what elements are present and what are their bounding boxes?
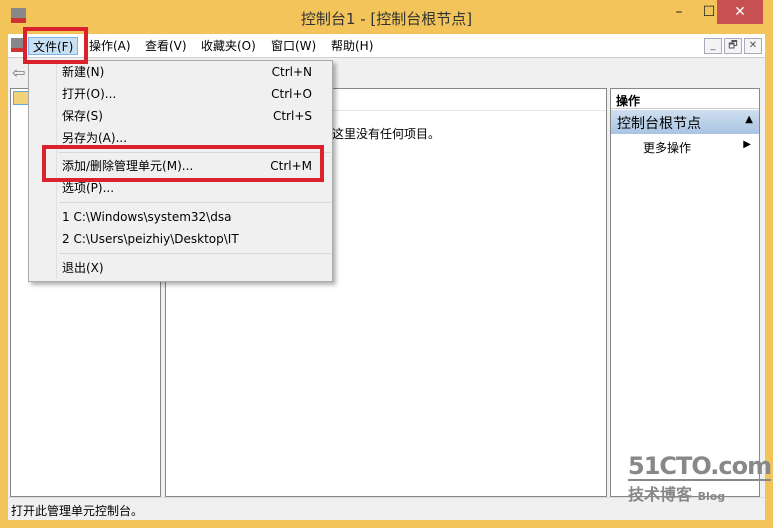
close-button[interactable]: ✕	[717, 0, 763, 24]
item-shortcut: Ctrl+S	[272, 109, 312, 123]
item-label: 1 C:\Windows\system32\dsa	[62, 210, 232, 224]
status-text: 打开此管理单元控制台。	[11, 504, 144, 518]
highlight-box-file-menu	[23, 27, 88, 64]
menu-separator	[59, 202, 331, 203]
minimize-button[interactable]: –	[664, 0, 694, 24]
item-label: 退出(X)	[62, 261, 104, 275]
item-label: 2 C:\Users\peizhiy\Desktop\IT	[62, 232, 239, 246]
menu-item-recent-2[interactable]: 2 C:\Users\peizhiy\Desktop\IT	[29, 228, 332, 250]
menu-window[interactable]: 窗口(W)	[267, 37, 320, 55]
window-title: 控制台1 - [控制台根节点]	[300, 10, 473, 28]
item-shortcut: Ctrl+N	[271, 65, 312, 79]
menu-view[interactable]: 查看(V)	[141, 37, 191, 55]
mdi-close-button[interactable]: ✕	[744, 38, 762, 54]
mdi-minimize-button[interactable]: _	[704, 38, 722, 54]
menu-bar: 文件(F) 操作(A) 查看(V) 收藏夹(O) 窗口(W) 帮助(H) _ 🗗…	[8, 34, 765, 58]
more-actions-label: 更多操作	[643, 141, 692, 155]
more-actions[interactable]: 更多操作 ▶	[611, 136, 759, 156]
item-label: 选项(P)...	[62, 181, 115, 195]
actions-section-root[interactable]: 控制台根节点 ▲	[611, 110, 759, 134]
actions-pane: 操作 控制台根节点 ▲ 更多操作 ▶	[610, 88, 760, 497]
item-label: 新建(N)	[62, 65, 105, 79]
back-arrow-icon[interactable]: ⇦	[12, 63, 25, 82]
menu-item-exit[interactable]: 退出(X)	[29, 257, 332, 279]
menu-item-save[interactable]: 保存(S) Ctrl+S	[29, 105, 332, 127]
menu-action[interactable]: 操作(A)	[85, 37, 135, 55]
menu-separator	[59, 253, 331, 254]
item-label: 另存为(A)...	[62, 131, 128, 145]
item-label: 打开(O)...	[62, 87, 117, 101]
menu-item-recent-1[interactable]: 1 C:\Windows\system32\dsa	[29, 206, 332, 228]
item-shortcut: Ctrl+O	[271, 87, 312, 101]
item-label: 保存(S)	[62, 109, 103, 123]
menu-item-open[interactable]: 打开(O)... Ctrl+O	[29, 83, 332, 105]
menu-favorites[interactable]: 收藏夹(O)	[197, 37, 260, 55]
watermark-logo: 51CTO.com 技术博客 Blog	[628, 452, 772, 504]
collapse-up-icon[interactable]: ▲	[745, 114, 753, 125]
folder-icon[interactable]	[13, 91, 29, 105]
menu-item-new[interactable]: 新建(N) Ctrl+N	[29, 61, 332, 83]
section-label: 控制台根节点	[617, 116, 701, 132]
menu-help[interactable]: 帮助(H)	[327, 37, 377, 55]
mdi-restore-button[interactable]: 🗗	[724, 38, 742, 54]
title-bar: 控制台1 - [控制台根节点] – ☐ ✕	[0, 0, 773, 35]
actions-header: 操作	[611, 89, 759, 109]
submenu-arrow-icon: ▶	[743, 139, 751, 150]
highlight-box-add-remove	[42, 145, 324, 182]
